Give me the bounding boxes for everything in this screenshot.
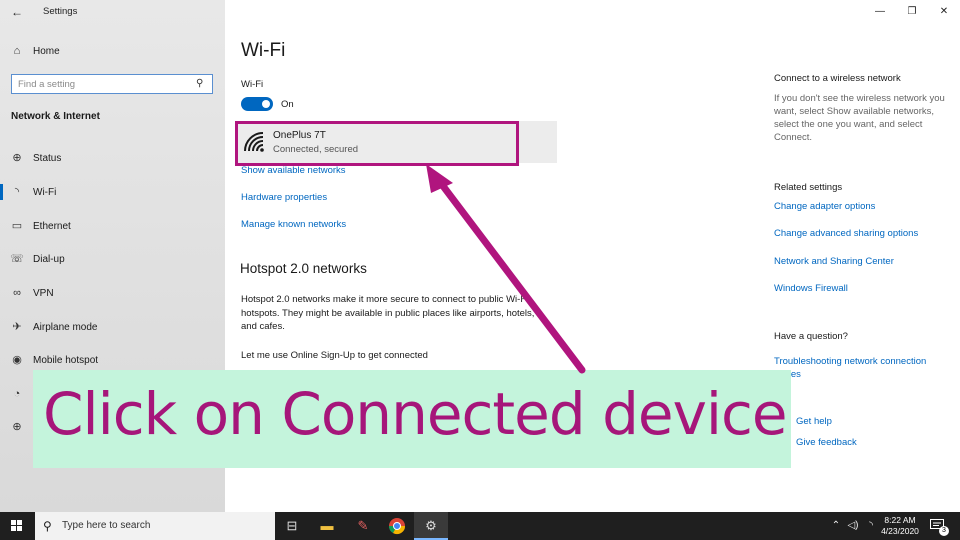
hotspot-icon: ◉ — [12, 354, 22, 366]
minimize-icon[interactable]: — — [864, 0, 896, 24]
wifi-toggle-label: Wi-Fi — [241, 79, 264, 90]
sidebar-item-dialup[interactable]: ☏ Dial-up — [0, 248, 225, 270]
chrome-logo-icon — [388, 518, 406, 535]
globe-icon: ⊕ — [12, 421, 22, 433]
online-signup-label: Let me use Online Sign-Up to get connect… — [241, 350, 428, 361]
change-adapter-options-link[interactable]: Change adapter options — [774, 201, 875, 212]
chrome-icon[interactable] — [380, 512, 414, 540]
back-arrow-icon[interactable]: ← — [9, 4, 25, 20]
network-highlight-box — [235, 121, 519, 166]
give-feedback-link[interactable]: Give feedback — [796, 437, 857, 448]
volume-icon[interactable]: ◁) — [846, 519, 860, 533]
section-title: Network & Internet — [11, 111, 100, 122]
data-usage-icon: ◔ — [13, 388, 21, 400]
get-help-link[interactable]: Get help — [796, 416, 832, 427]
clock-time: 8:22 AM — [884, 515, 916, 525]
troubleshooting-link[interactable]: Troubleshooting network connection — [774, 356, 926, 367]
sidebar-item-ethernet[interactable]: ▭ Ethernet — [0, 215, 225, 237]
toggle-knob — [262, 100, 270, 108]
app-title-bar: ← Settings — [0, 0, 225, 24]
clock-date: 4/23/2020 — [881, 526, 919, 536]
chevron-up-icon[interactable]: ⌃ — [829, 519, 843, 533]
show-available-networks-link[interactable]: Show available networks — [241, 165, 346, 176]
hotspot-description: Hotspot 2.0 networks make it more secure… — [241, 294, 535, 332]
search-icon[interactable]: ⚲ — [196, 78, 208, 90]
sidebar-item-label: Airplane mode — [33, 322, 98, 333]
taskbar: ⚲ ⊟ ▬ ✎ ⚙ ⌃ ◁) ◝ 8:22 AM 4/23/2020 3 — [0, 512, 960, 540]
status-icon: ⊕ — [12, 152, 22, 164]
sidebar-item-airplane-mode[interactable]: ✈ Airplane mode — [0, 316, 225, 338]
ethernet-icon: ▭ — [11, 220, 23, 232]
sidebar-item-label: Dial-up — [33, 254, 65, 265]
nav-home-label: Home — [33, 46, 60, 57]
wifi-toggle[interactable] — [241, 97, 273, 111]
sidebar-item-label: Ethernet — [33, 221, 71, 232]
instruction-text: Click on Connected device — [43, 380, 788, 448]
sidebar-item-label: Status — [33, 153, 62, 164]
sidebar-item-label: Wi-Fi — [33, 187, 57, 198]
sidebar-item-wifi[interactable]: ◝ Wi-Fi — [0, 181, 225, 203]
connect-heading: Connect to a wireless network — [774, 73, 901, 84]
network-sharing-center-link[interactable]: Network and Sharing Center — [774, 256, 894, 267]
close-icon[interactable]: ✕ — [928, 0, 960, 24]
active-indicator — [0, 184, 3, 200]
task-view-icon[interactable]: ⊟ — [275, 512, 309, 540]
taskbar-search-box[interactable]: ⚲ — [35, 512, 275, 540]
sidebar-item-mobile-hotspot[interactable]: ◉ Mobile hotspot — [0, 349, 225, 371]
airplane-icon: ✈ — [12, 321, 22, 333]
change-advanced-sharing-link[interactable]: Change advanced sharing options — [774, 228, 918, 239]
phone-icon: ☏ — [10, 253, 24, 265]
wifi-tray-icon[interactable]: ◝ — [864, 519, 878, 533]
file-explorer-icon[interactable]: ▬ — [310, 512, 344, 540]
clock[interactable]: 8:22 AM 4/23/2020 — [879, 515, 921, 537]
nav-home[interactable]: ⌂ Home — [0, 41, 225, 61]
app-title: Settings — [43, 6, 78, 17]
page-title: Wi-Fi — [241, 40, 286, 61]
hotspot-heading: Hotspot 2.0 networks — [240, 261, 367, 276]
sidebar-item-status[interactable]: ⊕ Status — [0, 147, 225, 169]
sidebar-item-vpn[interactable]: ∞ VPN — [0, 282, 225, 304]
windows-start-icon[interactable] — [0, 512, 34, 540]
connect-text: If you don't see the wireless network yo… — [774, 93, 945, 143]
search-icon: ⚲ — [43, 519, 52, 533]
search-input[interactable] — [18, 78, 188, 91]
instruction-banner: Click on Connected device — [33, 370, 791, 468]
related-settings-heading: Related settings — [774, 182, 843, 193]
notification-badge: 3 — [939, 526, 949, 536]
wifi-icon: ◝ — [14, 186, 20, 198]
notification-icon[interactable]: 3 — [930, 519, 949, 536]
toggle-state: On — [281, 99, 294, 110]
hardware-properties-link[interactable]: Hardware properties — [241, 192, 327, 203]
paint-icon[interactable]: ✎ — [346, 512, 380, 540]
home-icon: ⌂ — [13, 45, 21, 57]
taskbar-search-input[interactable] — [62, 520, 262, 531]
restore-icon[interactable]: ❐ — [896, 0, 928, 24]
sidebar-item-label: Mobile hotspot — [33, 355, 99, 366]
manage-known-networks-link[interactable]: Manage known networks — [241, 219, 346, 230]
vpn-icon: ∞ — [13, 287, 21, 299]
question-heading: Have a question? — [774, 331, 848, 342]
search-box[interactable]: ⚲ — [11, 74, 213, 94]
window-controls: — ❐ ✕ — [864, 0, 960, 24]
sidebar-item-label: VPN — [33, 288, 54, 299]
settings-icon[interactable]: ⚙ — [414, 512, 448, 540]
windows-firewall-link[interactable]: Windows Firewall — [774, 283, 848, 294]
